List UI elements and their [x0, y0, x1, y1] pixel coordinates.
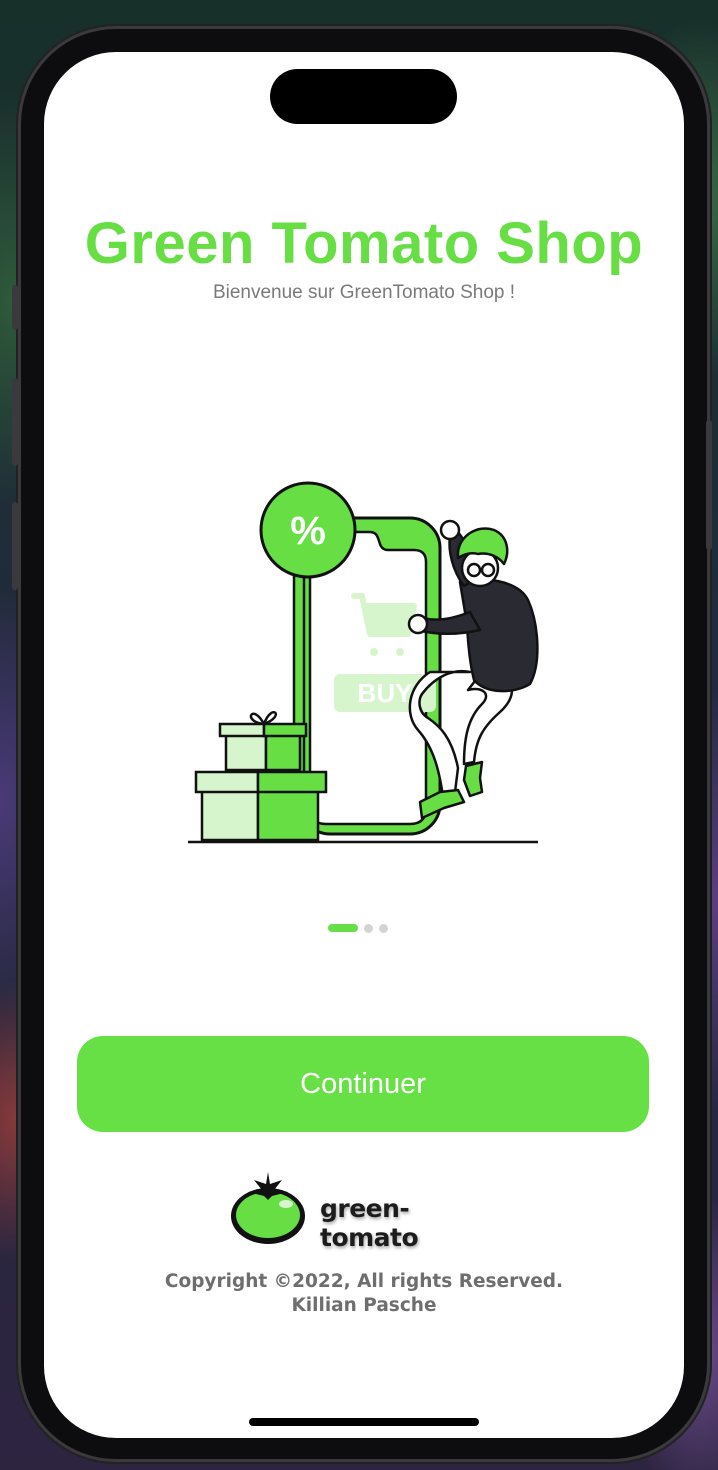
author-line: Killian Pasche — [291, 1295, 437, 1316]
onboarding-illustration: BUY % — [188, 481, 539, 844]
continue-button[interactable]: Continuer — [77, 1036, 649, 1132]
copyright-line: Copyright ©2022, All rights Reserved. — [164, 1271, 564, 1292]
brand-logo-text: green-tomato — [320, 1194, 419, 1252]
page-dot-1[interactable] — [328, 924, 358, 932]
power-button — [706, 420, 712, 550]
gift-box-icon — [194, 711, 328, 842]
buy-label: BUY — [358, 678, 413, 708]
volume-up-button — [12, 378, 18, 466]
percent-badge-icon: % — [259, 481, 357, 579]
page-dot-3[interactable] — [379, 923, 388, 933]
volume-down-button — [12, 502, 18, 590]
tomato-logo-icon — [231, 1172, 305, 1244]
app-screen: Green Tomato Shop Bienvenue sur GreenTom… — [44, 52, 684, 1438]
page-subtitle: Bienvenue sur GreenTomato Shop ! — [212, 282, 516, 303]
dynamic-island — [270, 69, 457, 124]
side-button — [12, 285, 18, 330]
svg-text:%: % — [290, 509, 326, 553]
copyright-footer: Copyright ©2022, All rights Reserved. Ki… — [44, 1270, 684, 1318]
page-dot-2[interactable] — [364, 923, 373, 933]
page-title: Green Tomato Shop — [84, 211, 644, 276]
home-indicator[interactable] — [249, 1418, 479, 1426]
page-indicator[interactable] — [328, 923, 388, 933]
brand-logo: green-tomato — [230, 1170, 500, 1252]
